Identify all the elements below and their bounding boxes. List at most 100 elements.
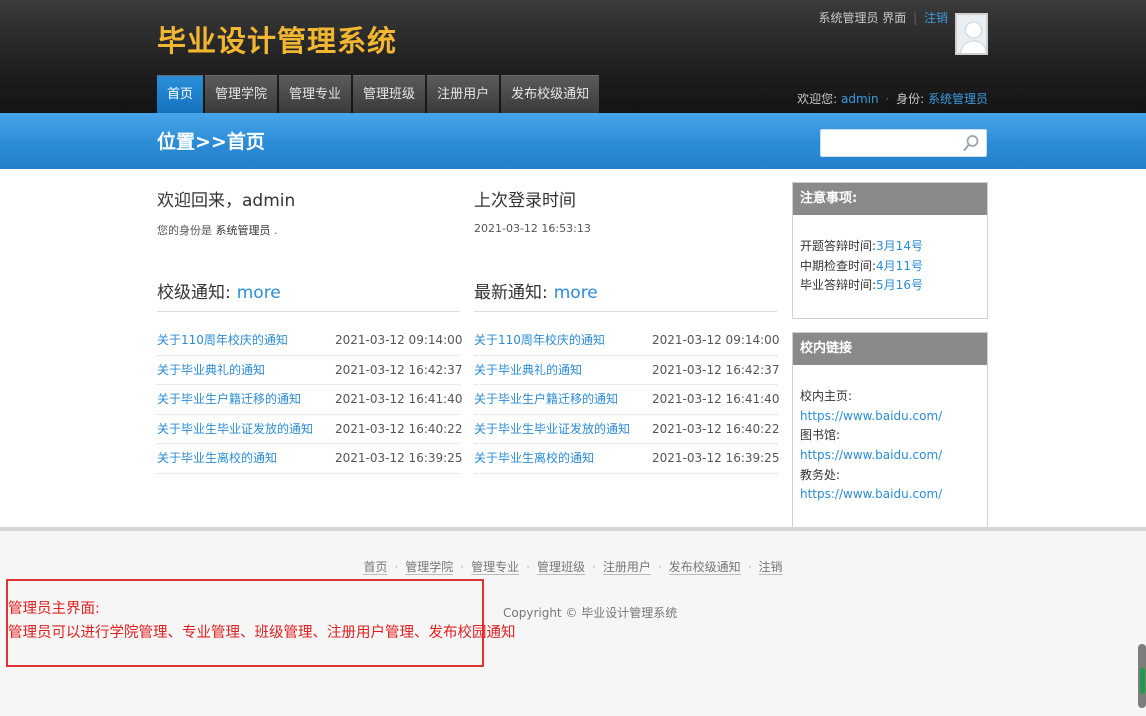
- top-links: 系统管理员 界面 | 注销: [818, 9, 948, 26]
- site-title: 毕业设计管理系统: [157, 24, 398, 58]
- latest-notice-title: 最新通知:: [474, 283, 548, 303]
- notice-date: 2021-03-12 16:42:37: [652, 362, 780, 377]
- school-notice-list: 关于110周年校庆的通知 2021-03-12 09:14:00 关于毕业典礼的通…: [157, 326, 463, 474]
- main-nav: 首页 管理学院 管理专业 管理班级 注册用户 发布校级通知: [157, 75, 601, 113]
- notice-title-link[interactable]: 关于110周年校庆的通知: [157, 326, 288, 355]
- note-value: 3月14号: [876, 239, 923, 253]
- note-line: 毕业答辩时间:5月16号: [793, 276, 987, 296]
- link-line: https://www.baidu.com/: [793, 485, 987, 505]
- links-box: 校内链接 校内主页: https://www.baidu.com/ 图书馆: h…: [792, 332, 988, 528]
- breadcrumb: 位置>>首页: [157, 131, 265, 153]
- avatar[interactable]: [955, 13, 988, 55]
- notice-title-link[interactable]: 关于110周年校庆的通知: [474, 326, 605, 355]
- latest-notice-list: 关于110周年校庆的通知 2021-03-12 09:14:00 关于毕业典礼的通…: [474, 326, 780, 474]
- notice-date: 2021-03-12 16:39:25: [652, 451, 780, 465]
- list-item: 关于毕业典礼的通知 2021-03-12 16:42:37: [157, 356, 462, 385]
- note-label: 中期检查时间:: [800, 258, 877, 273]
- list-item: 关于毕业典礼的通知 2021-03-12 16:42:37: [474, 356, 780, 385]
- identity-suffix: .: [274, 224, 278, 237]
- school-notice-heading: 校级通知: more: [157, 278, 281, 303]
- notes-title: 注意事项:: [793, 183, 987, 215]
- academic-affairs-link[interactable]: https://www.baidu.com/: [800, 487, 942, 501]
- annotation-box: 管理员主界面: 管理员可以进行学院管理、专业管理、班级管理、注册用户管理、发布校…: [6, 579, 516, 667]
- link-line: https://www.baidu.com/: [793, 446, 987, 466]
- link-label: 图书馆:: [800, 428, 841, 443]
- list-item: 关于毕业生户籍迁移的通知 2021-03-12 16:41:40: [474, 385, 780, 415]
- nav-tab-majors[interactable]: 管理专业: [279, 75, 352, 113]
- link-line: https://www.baidu.com/: [793, 407, 987, 427]
- list-item: 关于毕业生毕业证发放的通知 2021-03-12 16:40:22: [157, 415, 463, 444]
- note-label: 开题答辩时间:: [800, 239, 877, 253]
- annotation-line-1: 管理员主界面:: [8, 601, 100, 617]
- notice-title-link[interactable]: 关于毕业生离校的通知: [474, 444, 594, 473]
- logout-link[interactable]: 注销: [924, 11, 948, 25]
- search-icon[interactable]: [962, 134, 980, 152]
- location-bar: 位置>>首页: [0, 113, 1146, 169]
- notice-title-link[interactable]: 关于毕业典礼的通知: [474, 356, 582, 385]
- footer-link-majors[interactable]: 管理专业: [471, 560, 520, 575]
- notice-date: 2021-03-12 09:14:00: [652, 333, 780, 347]
- note-line: 开题答辩时间:3月14号: [793, 237, 987, 257]
- welcome-title: 欢迎回来，admin: [157, 191, 296, 211]
- identity-value: 系统管理员: [215, 224, 271, 237]
- annotation-line-2: 管理员可以进行学院管理、专业管理、班级管理、注册用户管理、发布校园通知: [8, 625, 516, 641]
- list-item: 关于毕业生离校的通知 2021-03-12 16:39:25: [157, 444, 462, 474]
- library-link[interactable]: https://www.baidu.com/: [800, 448, 942, 462]
- nav-tab-colleges[interactable]: 管理学院: [205, 75, 278, 113]
- note-line: 中期检查时间:4月11号: [793, 257, 987, 277]
- top-separator: |: [913, 11, 918, 25]
- divider: [474, 311, 777, 312]
- footer-link-logout[interactable]: 注销: [758, 560, 783, 575]
- footer-link-home[interactable]: 首页: [363, 560, 388, 575]
- scrollbar-thumb[interactable]: [1140, 668, 1145, 694]
- nav-tab-publish-notice[interactable]: 发布校级通知: [501, 75, 600, 113]
- footer-separator: ·: [460, 560, 465, 574]
- top-role-text: 系统管理员 界面: [818, 11, 907, 25]
- notice-title-link[interactable]: 关于毕业典礼的通知: [157, 356, 265, 385]
- welcome-label: 欢迎您:: [797, 92, 838, 106]
- notice-title-link[interactable]: 关于毕业生户籍迁移的通知: [474, 385, 618, 414]
- search-input[interactable]: [827, 130, 967, 156]
- user-info-dot: ·: [885, 92, 890, 106]
- footer-link-register-users[interactable]: 注册用户: [602, 560, 651, 575]
- footer-separator: ·: [526, 560, 530, 574]
- footer-link-classes[interactable]: 管理班级: [536, 560, 585, 575]
- footer-separator: ·: [657, 560, 662, 574]
- identity-prefix: 您的身份是: [157, 224, 212, 237]
- notice-date: 2021-03-12 16:40:22: [335, 421, 463, 436]
- note-value: 5月16号: [876, 278, 923, 293]
- identity-label: 身份:: [896, 92, 925, 106]
- note-value: 4月11号: [876, 258, 923, 273]
- latest-notice-more-link[interactable]: more: [554, 283, 598, 303]
- notice-date: 2021-03-12 16:41:40: [652, 392, 780, 406]
- link-label: 教务处:: [800, 467, 841, 482]
- copyright: Copyright © 毕业设计管理系统: [503, 606, 678, 620]
- latest-notice-heading: 最新通知: more: [474, 278, 598, 303]
- username-link[interactable]: admin: [841, 92, 879, 106]
- identity-link[interactable]: 系统管理员: [928, 92, 988, 106]
- last-login-value: 2021-03-12 16:53:13: [474, 222, 591, 235]
- footer-link-publish-notice[interactable]: 发布校级通知: [668, 560, 741, 575]
- note-label: 毕业答辩时间:: [800, 278, 877, 293]
- site-header: 毕业设计管理系统 系统管理员 界面 | 注销 首页 管理学院 管理专业 管理班级…: [0, 0, 1146, 113]
- footer-separator: ·: [747, 560, 752, 574]
- notice-title-link[interactable]: 关于毕业生毕业证发放的通知: [474, 415, 630, 444]
- school-notice-more-link[interactable]: more: [237, 283, 281, 303]
- links-title: 校内链接: [793, 333, 987, 365]
- notice-title-link[interactable]: 关于毕业生毕业证发放的通知: [157, 415, 313, 444]
- notice-date: 2021-03-12 09:14:00: [335, 333, 463, 347]
- footer-link-colleges[interactable]: 管理学院: [405, 560, 454, 575]
- footer-nav: 首页 · 管理学院 · 管理专业 · 管理班级 · 注册用户 · 发布校级通知 · 注销: [0, 558, 1146, 575]
- identity-text: 您的身份是 系统管理员 .: [157, 222, 278, 238]
- last-login-title: 上次登录时间: [474, 191, 576, 211]
- campus-home-link[interactable]: https://www.baidu.com/: [800, 409, 942, 423]
- notice-title-link[interactable]: 关于毕业生离校的通知: [157, 444, 277, 473]
- notice-date: 2021-03-12 16:41:40: [335, 392, 463, 406]
- footer-separator: ·: [394, 560, 399, 574]
- divider: [157, 311, 460, 312]
- nav-tab-classes[interactable]: 管理班级: [353, 75, 426, 113]
- nav-tab-register-users[interactable]: 注册用户: [427, 75, 500, 113]
- list-item: 关于毕业生离校的通知 2021-03-12 16:39:25: [474, 444, 780, 474]
- nav-tab-home[interactable]: 首页: [157, 75, 204, 113]
- notice-title-link[interactable]: 关于毕业生户籍迁移的通知: [157, 385, 301, 414]
